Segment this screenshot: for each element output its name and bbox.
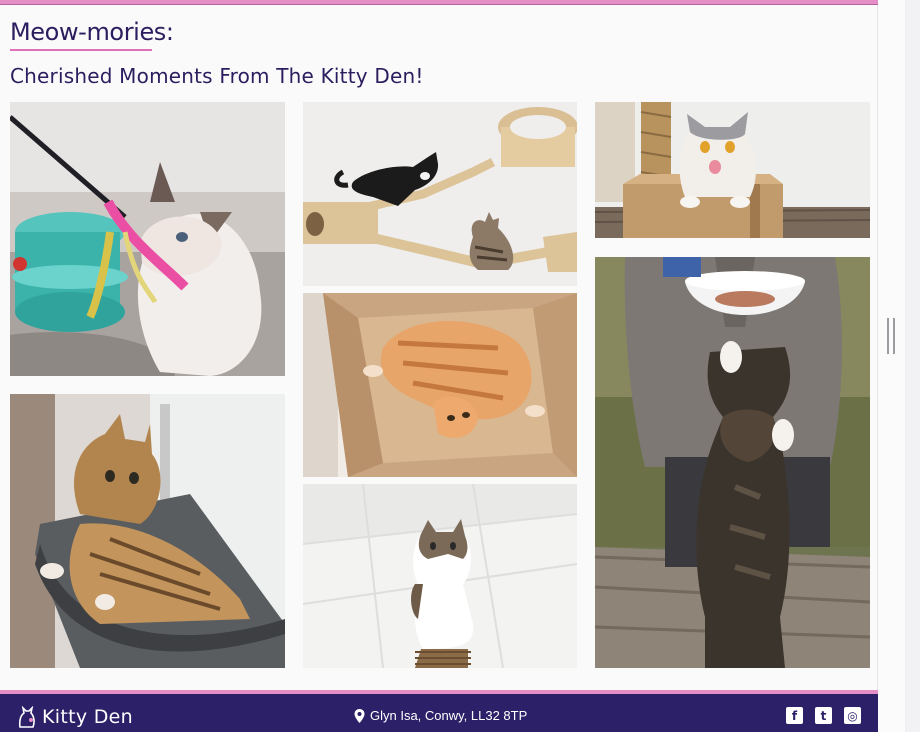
gallery-subtitle: Cherished Moments From The Kitty Den! <box>10 64 424 88</box>
scrollbar-track[interactable] <box>878 0 906 732</box>
facebook-icon[interactable]: f <box>786 707 803 724</box>
footer-address: Glyn Isa, Conwy, LL32 8TP <box>354 708 527 723</box>
map-pin-icon <box>354 708 365 723</box>
gallery-title: Meow-mories: <box>10 18 174 46</box>
site-footer: Kitty Den Glyn Isa, Conwy, LL32 8TP f t … <box>0 690 878 732</box>
social-links: f t ◎ <box>786 707 861 724</box>
footer-address-text: Glyn Isa, Conwy, LL32 8TP <box>370 708 528 723</box>
footer-logo[interactable]: Kitty Den <box>16 706 133 728</box>
title-underline <box>10 49 152 51</box>
cat-logo-icon <box>18 706 35 728</box>
scrollbar-grip[interactable] <box>887 318 895 354</box>
page: Meow-mories: Cherished Moments From The … <box>0 0 878 732</box>
photo-orange-cat-box[interactable] <box>303 293 577 477</box>
photo-cat-hammock[interactable] <box>10 394 285 668</box>
footer-logo-text: Kitty Den <box>42 706 133 728</box>
photo-kitten-feather[interactable] <box>10 102 285 376</box>
twitter-icon[interactable]: t <box>815 707 832 724</box>
photo-cat-scratching-post[interactable] <box>303 484 577 668</box>
top-accent-border <box>0 0 878 5</box>
photo-british-shorthair-box[interactable] <box>595 102 870 238</box>
instagram-icon[interactable]: ◎ <box>844 707 861 724</box>
photo-cats-wall-shelves[interactable] <box>303 102 577 286</box>
photo-cat-reaching-bowl[interactable] <box>595 257 870 668</box>
